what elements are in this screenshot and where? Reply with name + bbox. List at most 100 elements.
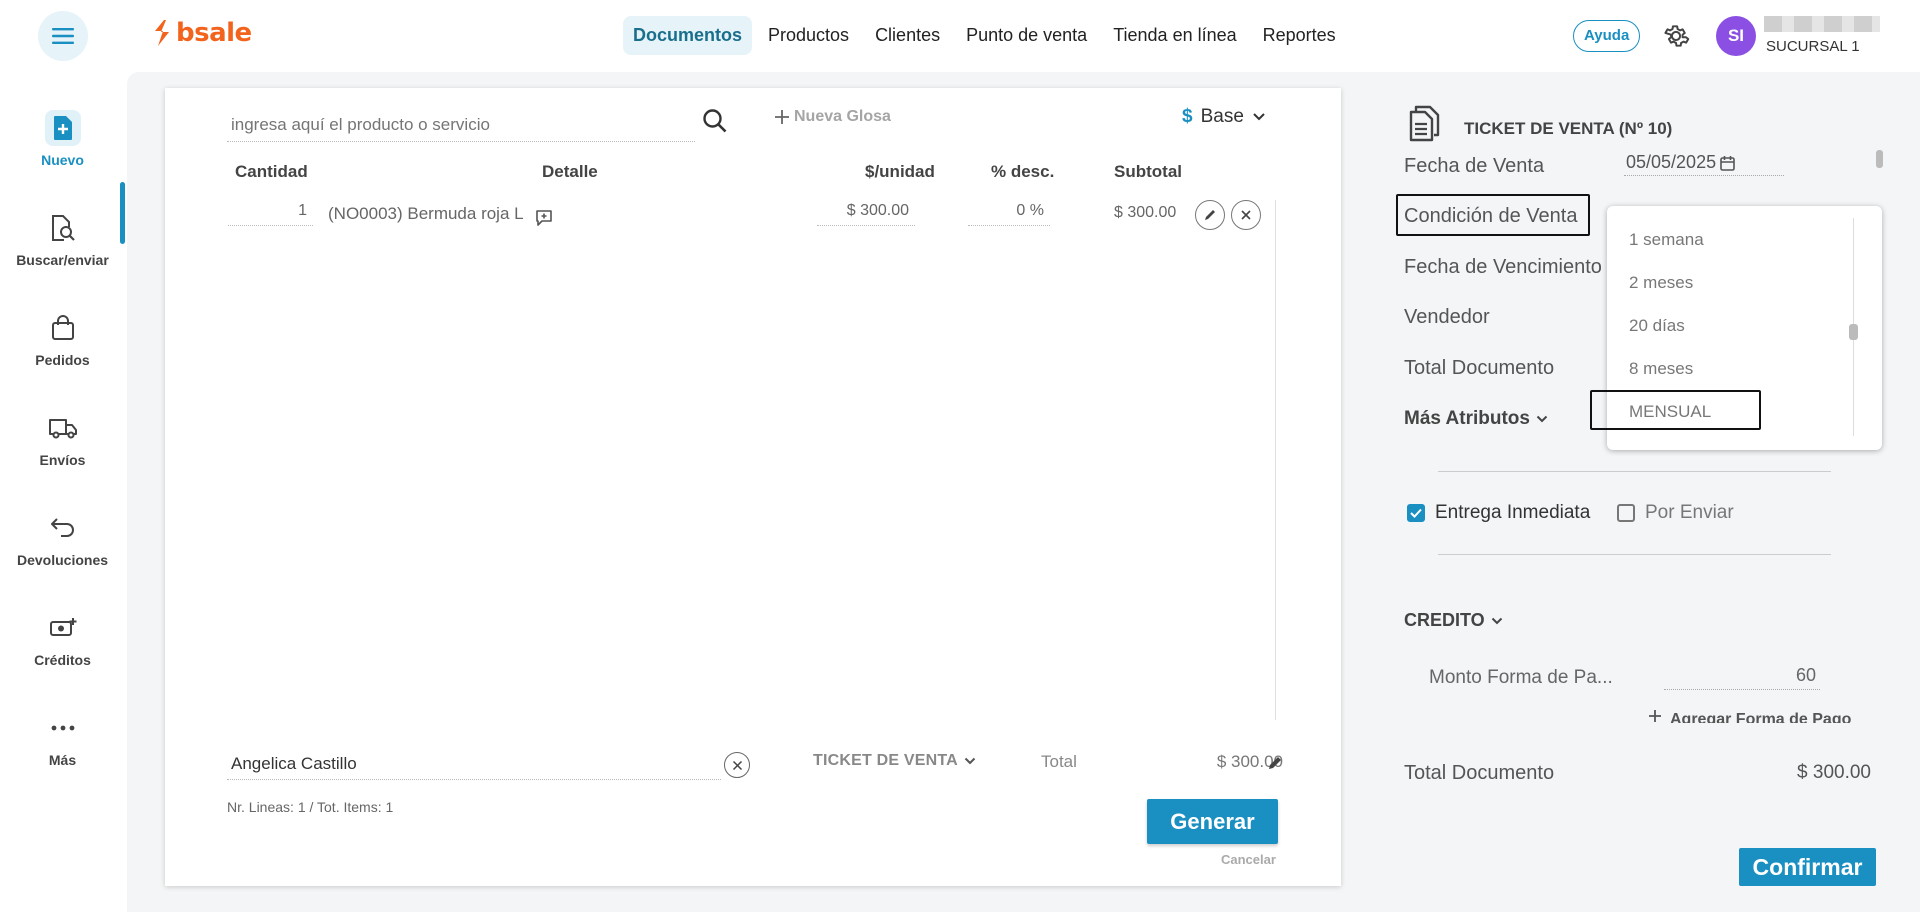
unit-price-field[interactable]: $ 300.00 <box>817 198 915 226</box>
nav-punto-de-venta[interactable]: Punto de venta <box>956 16 1097 55</box>
close-icon <box>1241 210 1251 220</box>
document-copy-icon <box>1409 105 1440 142</box>
edit-row-button[interactable] <box>1195 200 1225 230</box>
cancel-link[interactable]: Cancelar <box>1221 852 1276 867</box>
calendar-icon[interactable] <box>1720 155 1735 171</box>
lines-info: Nr. Lineas: 1 / Tot. Items: 1 <box>227 799 394 815</box>
nav-productos[interactable]: Productos <box>758 16 859 55</box>
seller-label: Vendedor <box>1404 306 1490 328</box>
total-document-summary-label: Total Documento <box>1404 762 1555 784</box>
money-plus-icon <box>45 610 81 646</box>
sidebar-label: Pedidos <box>35 352 90 368</box>
document-title: TICKET DE VENTA (Nº 10) <box>1464 119 1673 138</box>
add-payment-method-button[interactable]: Agregar Forma de Pago <box>1648 709 1851 723</box>
user-avatar[interactable]: SI <box>1716 16 1756 56</box>
dropdown-option[interactable]: 2 meses <box>1629 273 1693 293</box>
sidebar-label: Buscar/enviar <box>16 252 109 268</box>
total-document-label: Total Documento <box>1404 357 1555 379</box>
payment-amount-field[interactable]: 60 <box>1664 662 1820 690</box>
shopping-bag-icon <box>45 310 81 346</box>
generate-button[interactable]: Generar <box>1147 799 1278 844</box>
top-bar: bsale Documentos Productos Clientes Punt… <box>0 0 1920 72</box>
close-icon <box>732 760 742 770</box>
dropdown-option[interactable]: 20 días <box>1629 316 1685 336</box>
divider <box>1438 471 1831 472</box>
hamburger-menu-button[interactable] <box>38 11 88 61</box>
edit-total-button[interactable] <box>1263 751 1287 775</box>
sidebar-label: Envíos <box>39 452 86 468</box>
column-header-discount: % desc. <box>991 162 1055 181</box>
quantity-field[interactable]: 1 <box>228 198 313 226</box>
more-attributes-toggle[interactable]: Más Atributos <box>1404 408 1548 430</box>
gear-icon[interactable] <box>1662 22 1690 50</box>
divider <box>1438 554 1831 555</box>
sale-condition-dropdown: 1 semana 2 meses 20 días 8 meses MENSUAL <box>1590 206 1882 450</box>
dropdown-option[interactable]: 1 semana <box>1629 230 1704 250</box>
sidebar: Nuevo Buscar/enviar Pedidos Envíos Devol… <box>0 72 125 912</box>
sidebar-item-nuevo[interactable]: Nuevo <box>0 110 125 168</box>
product-detail: (NO0003) Bermuda roja L <box>328 204 524 223</box>
search-icon[interactable] <box>698 104 732 138</box>
panel-scrollbar[interactable] <box>1876 150 1883 168</box>
nav-documentos[interactable]: Documentos <box>623 16 753 55</box>
help-button[interactable]: Ayuda <box>1573 20 1641 52</box>
new-glosa-button[interactable]: Nueva Glosa <box>774 108 891 126</box>
nav-reportes[interactable]: Reportes <box>1253 16 1346 55</box>
sidebar-item-pedidos[interactable]: Pedidos <box>0 310 125 368</box>
chevron-down-icon <box>964 757 976 765</box>
checkbox-unchecked-icon <box>1617 504 1635 522</box>
immediate-delivery-checkbox[interactable]: Entrega Inmediata <box>1407 502 1590 524</box>
row-subtotal: $ 300.00 <box>1114 204 1177 221</box>
dropdown-option-selected[interactable]: MENSUAL <box>1629 402 1711 422</box>
price-list-label: Base <box>1200 106 1244 127</box>
sidebar-item-creditos[interactable]: Créditos <box>0 610 125 668</box>
price-list-selector[interactable]: $ Base <box>1182 106 1266 128</box>
sidebar-label: Devoluciones <box>16 552 109 568</box>
discount-field[interactable]: 0 % <box>968 198 1050 226</box>
total-document-summary-value: $ 300.00 <box>1797 762 1871 783</box>
sidebar-item-devoluciones[interactable]: Devoluciones <box>0 510 125 568</box>
main-nav: Documentos Productos Clientes Punto de v… <box>623 16 1346 55</box>
pencil-icon <box>1205 210 1215 220</box>
clear-client-button[interactable] <box>724 752 750 778</box>
new-glosa-label: Nueva Glosa <box>794 108 891 125</box>
sale-condition-label: Condición de Venta <box>1404 205 1578 227</box>
to-ship-checkbox[interactable]: Por Enviar <box>1617 502 1734 524</box>
payment-method-selector[interactable]: CREDITO <box>1404 610 1503 631</box>
sidebar-label: Créditos <box>34 652 91 668</box>
document-type-selector[interactable]: TICKET DE VENTA <box>813 752 976 770</box>
confirm-button[interactable]: Confirmar <box>1739 848 1876 886</box>
chevron-down-icon <box>1536 415 1548 423</box>
nav-clientes[interactable]: Clientes <box>865 16 950 55</box>
search-document-icon <box>45 210 81 246</box>
dollar-icon: $ <box>1182 106 1193 127</box>
chevron-down-icon <box>1491 617 1502 624</box>
bsale-logo[interactable]: bsale <box>152 18 252 48</box>
total-label: Total <box>1041 752 1077 771</box>
more-attributes-label: Más Atributos <box>1404 408 1530 429</box>
branch-label: SUCURSAL 1 <box>1766 38 1860 55</box>
hamburger-icon <box>52 28 74 44</box>
sale-date-field[interactable]: 05/05/2025 <box>1624 150 1784 176</box>
document-type-label: TICKET DE VENTA <box>813 752 958 769</box>
dropdown-scrollbar[interactable] <box>1849 324 1858 340</box>
column-divider <box>1275 200 1276 720</box>
add-comment-icon[interactable] <box>535 209 553 227</box>
dropdown-option[interactable]: 8 meses <box>1629 359 1693 379</box>
client-field[interactable] <box>227 748 721 780</box>
plus-icon <box>1649 710 1661 722</box>
column-header-subtotal: Subtotal <box>1114 162 1182 181</box>
bsale-logo-icon <box>155 20 169 46</box>
checkbox-checked-icon <box>1407 504 1425 522</box>
payment-method-label: CREDITO <box>1404 610 1485 630</box>
return-arrow-icon <box>45 510 81 546</box>
sidebar-item-envios[interactable]: Envíos <box>0 410 125 468</box>
remove-row-button[interactable] <box>1231 200 1261 230</box>
product-search-input[interactable] <box>227 108 695 142</box>
sidebar-item-mas[interactable]: Más <box>0 710 125 768</box>
sidebar-label: Nuevo <box>41 152 84 168</box>
nav-tienda-en-linea[interactable]: Tienda en línea <box>1103 16 1246 55</box>
sidebar-item-buscar-enviar[interactable]: Buscar/enviar <box>0 210 125 268</box>
add-payment-label: Agregar Forma de Pago <box>1670 711 1852 723</box>
immediate-delivery-label: Entrega Inmediata <box>1435 502 1591 523</box>
